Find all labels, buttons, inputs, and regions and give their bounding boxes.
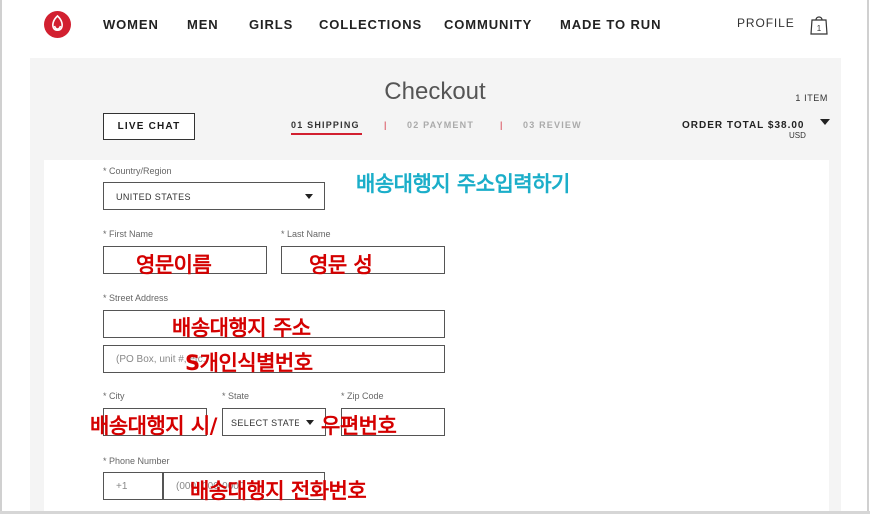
annotation-phone: 배송대행지 전화번호: [190, 479, 367, 503]
step-separator: |: [500, 120, 503, 130]
phone-label: * Phone Number: [103, 456, 170, 466]
first-name-label: * First Name: [103, 229, 154, 239]
step-payment[interactable]: 02 PAYMENT: [407, 120, 474, 130]
state-value: SELECT STATE: [231, 418, 299, 428]
nav-community[interactable]: COMMUNITY: [444, 17, 532, 32]
phone-country-code-value: +1: [116, 481, 128, 492]
live-chat-button[interactable]: LIVE CHAT: [103, 113, 195, 140]
country-value: UNITED STATES: [116, 192, 191, 202]
chevron-down-icon[interactable]: [820, 119, 830, 125]
step-separator: |: [384, 120, 387, 130]
order-total[interactable]: ORDER TOTAL $38.00: [682, 120, 804, 131]
annotation-title: 배송대행지 주소입력하기: [356, 172, 570, 196]
chevron-down-icon: [306, 420, 314, 425]
street-address-label: * Street Address: [103, 293, 169, 303]
city-label: * City: [103, 391, 125, 401]
annotation-first-name: 영문이름: [136, 253, 212, 277]
state-label: * State: [222, 391, 250, 401]
annotation-zip: 우편번호: [321, 414, 397, 438]
chevron-down-icon: [305, 194, 313, 199]
annotation-city: 배송대행지 시/: [90, 414, 217, 438]
annotation-last-name: 영문 성: [309, 253, 373, 277]
active-step-underline: [291, 133, 362, 135]
annotation-street2: S개인식별번호: [185, 351, 313, 375]
items-count: 1 ITEM: [795, 93, 828, 103]
zip-code-label: * Zip Code: [341, 391, 384, 401]
annotation-street: 배송대행지 주소: [172, 316, 311, 340]
shopping-bag-icon[interactable]: 1: [809, 14, 829, 35]
phone-country-code[interactable]: [103, 472, 163, 500]
nav-girls[interactable]: GIRLS: [249, 17, 293, 32]
nav-made-to-run[interactable]: MADE TO RUN: [560, 17, 661, 32]
page-title: Checkout: [384, 78, 486, 105]
nav-men[interactable]: MEN: [187, 17, 219, 32]
step-review[interactable]: 03 REVIEW: [523, 120, 582, 130]
lululemon-logo-icon[interactable]: [44, 11, 71, 38]
last-name-label: * Last Name: [281, 229, 331, 239]
step-shipping[interactable]: 01 SHIPPING: [291, 120, 360, 130]
nav-collections[interactable]: COLLECTIONS: [319, 17, 422, 32]
profile-link[interactable]: PROFILE: [737, 16, 795, 30]
order-currency: USD: [789, 131, 806, 140]
bag-count: 1: [817, 24, 822, 33]
nav-women[interactable]: WOMEN: [103, 17, 159, 32]
country-label: * Country/Region: [103, 166, 172, 176]
